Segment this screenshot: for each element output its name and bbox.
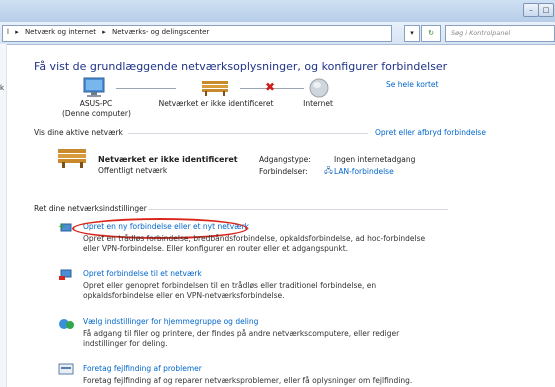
address-bar: l ▸ Netværk og internet ▸ Netværks- og d… bbox=[0, 22, 555, 45]
breadcrumb-separator-icon: ▸ bbox=[102, 28, 106, 36]
see-full-map-link[interactable]: Se hele kortet bbox=[386, 80, 438, 89]
maximize-button[interactable]: □ bbox=[538, 3, 554, 17]
breadcrumb-separator-icon: ▸ bbox=[15, 28, 19, 36]
task-description: Opret eller genopret forbindelsen til en… bbox=[83, 281, 377, 300]
refresh-button[interactable]: ↻ bbox=[421, 25, 441, 42]
task-description: Foretag fejlfinding af og reparer netvær… bbox=[83, 376, 413, 385]
troubleshoot-icon bbox=[58, 363, 74, 375]
computer-icon bbox=[83, 77, 105, 97]
window-titlebar: – □ bbox=[0, 0, 555, 23]
maximize-icon: □ bbox=[542, 6, 550, 14]
active-networks-header: Vis dine aktive netværk bbox=[34, 128, 123, 137]
minimize-icon: – bbox=[529, 6, 533, 14]
troubleshoot-problems-link[interactable]: Foretag fejlfinding af problemer bbox=[83, 364, 202, 373]
back-glyph: l bbox=[7, 28, 9, 36]
navigation-pane-edge bbox=[0, 44, 7, 387]
connections-label: Forbindelser: bbox=[259, 167, 308, 176]
homegroup-icon bbox=[59, 319, 74, 329]
network-type-link[interactable]: Offentligt netværk bbox=[98, 166, 167, 175]
minimize-button[interactable]: – bbox=[523, 3, 539, 17]
svg-text:+: + bbox=[58, 222, 66, 232]
computer-name: ASUS-PC bbox=[79, 99, 113, 108]
access-type-label: Adgangstype: bbox=[259, 155, 311, 164]
chevron-down-icon: ▾ bbox=[410, 29, 414, 37]
settings-header: Ret dine netværksindstillinger bbox=[34, 204, 147, 213]
page-title: Få vist de grundlæggende netværksoplysni… bbox=[34, 60, 448, 73]
internet-label: Internet bbox=[303, 99, 333, 108]
task-description: Opret en trådløs forbindelse, bredbåndsf… bbox=[83, 234, 426, 253]
homegroup-sharing-link[interactable]: Vælg indstillinger for hjemmegruppe og d… bbox=[83, 317, 258, 326]
lan-adapter-icon: 🖧 bbox=[324, 166, 333, 175]
unidentified-network-icon bbox=[202, 81, 228, 96]
task-description: Få adgang til filer og printere, der fin… bbox=[83, 329, 400, 348]
divider bbox=[128, 133, 368, 134]
search-input[interactable]: Søg i Kontrolpanel bbox=[445, 25, 555, 42]
connect-to-network-link[interactable]: Opret forbindelse til et netværk bbox=[83, 269, 202, 278]
breadcrumb-item-network-center[interactable]: Netværks- og delingscenter bbox=[112, 28, 209, 36]
breadcrumb-item-network-internet[interactable]: Netværk og internet bbox=[25, 28, 96, 36]
search-placeholder: Søg i Kontrolpanel bbox=[451, 29, 511, 37]
network-bench-icon bbox=[58, 149, 86, 168]
connect-disconnect-link[interactable]: Opret eller afbryd forbindelse bbox=[375, 128, 486, 137]
lan-connection-link[interactable]: LAN-forbindelse bbox=[334, 167, 394, 176]
divider bbox=[148, 209, 448, 210]
connect-network-icon bbox=[59, 269, 72, 280]
refresh-icon: ↻ bbox=[428, 29, 434, 37]
disconnected-x-icon: ✖ bbox=[265, 80, 276, 94]
connection-line bbox=[116, 88, 176, 89]
computer-subtitle: (Denne computer) bbox=[62, 109, 131, 118]
address-dropdown-button[interactable]: ▾ bbox=[404, 25, 420, 42]
nav-pane-text: k bbox=[0, 84, 5, 92]
internet-globe-icon bbox=[309, 78, 329, 98]
breadcrumb[interactable]: l ▸ Netværk og internet ▸ Netværks- og d… bbox=[2, 25, 392, 42]
access-type-value: Ingen internetadgang bbox=[334, 155, 416, 164]
active-network-name: Netværket er ikke identificeret bbox=[98, 155, 238, 164]
network-node-label: Netværket er ikke identificeret bbox=[158, 99, 274, 108]
